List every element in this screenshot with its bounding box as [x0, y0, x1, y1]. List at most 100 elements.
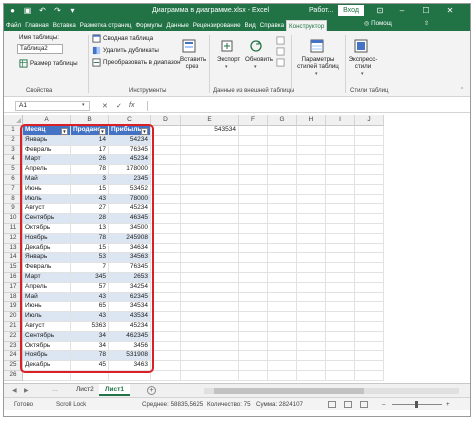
autosave-icon[interactable]: ●	[8, 6, 17, 15]
remove-duplicates-button[interactable]: Удалить дубликаты	[103, 47, 159, 54]
sheet-tab-list1[interactable]: Лист1	[99, 384, 130, 396]
cell[interactable]	[268, 263, 297, 273]
cell[interactable]	[239, 135, 268, 146]
table-cell[interactable]: 34254	[109, 282, 151, 293]
cell[interactable]	[355, 214, 384, 224]
table-cell[interactable]: Сентябрь	[23, 214, 71, 224]
cell[interactable]	[297, 204, 326, 215]
cell[interactable]	[268, 224, 297, 234]
tab-page-layout[interactable]: Разметка страниц	[78, 20, 134, 31]
table-cell[interactable]: Май	[23, 175, 71, 185]
cell[interactable]	[151, 331, 181, 342]
table-cell[interactable]: 43534	[109, 312, 151, 322]
cell[interactable]	[355, 351, 384, 362]
cell[interactable]	[151, 155, 181, 166]
cell[interactable]	[297, 214, 326, 224]
cell[interactable]	[23, 371, 71, 381]
cell[interactable]	[151, 273, 181, 283]
cell[interactable]	[355, 135, 384, 146]
cell[interactable]	[181, 175, 239, 185]
cell[interactable]	[239, 233, 268, 244]
filter-dropdown-icon[interactable]: ▼	[99, 127, 106, 135]
table-cell[interactable]: 76345	[109, 263, 151, 273]
cell[interactable]	[355, 184, 384, 195]
table-cell[interactable]: 3463	[109, 361, 151, 371]
cell[interactable]	[239, 371, 268, 381]
cell[interactable]	[268, 253, 297, 264]
cell[interactable]	[151, 135, 181, 146]
row-header[interactable]: 26	[4, 371, 23, 381]
cell[interactable]	[355, 165, 384, 175]
cell[interactable]	[268, 292, 297, 303]
cell[interactable]	[297, 302, 326, 313]
table-cell[interactable]: 28	[71, 214, 109, 224]
cell[interactable]	[297, 273, 326, 283]
cell[interactable]	[181, 253, 239, 264]
cell[interactable]	[239, 361, 268, 371]
cell[interactable]	[151, 253, 181, 264]
table-cell[interactable]: 34	[71, 331, 109, 342]
cell[interactable]	[355, 204, 384, 215]
cell[interactable]	[239, 175, 268, 185]
page-break-view-icon[interactable]	[360, 401, 368, 408]
cell[interactable]	[181, 302, 239, 313]
row-header[interactable]: 18	[4, 292, 23, 303]
column-header-c[interactable]: C	[109, 115, 151, 126]
cell[interactable]	[297, 224, 326, 234]
cell[interactable]	[151, 184, 181, 195]
cell[interactable]	[326, 351, 355, 362]
cell[interactable]	[268, 184, 297, 195]
table-cell[interactable]: 3456	[109, 341, 151, 352]
cell[interactable]	[268, 273, 297, 283]
cell[interactable]	[151, 282, 181, 293]
sheet-tab-list2[interactable]: Лист2	[70, 384, 100, 396]
table-cell[interactable]: Декабрь	[23, 243, 71, 254]
close-icon[interactable]: ✕	[444, 5, 456, 17]
table-cell[interactable]: 45234	[109, 155, 151, 166]
table-cell[interactable]: 15	[71, 184, 109, 195]
row-header[interactable]: 14	[4, 253, 23, 264]
row-header[interactable]: 17	[4, 282, 23, 293]
collapse-ribbon-icon[interactable]: ⌃	[460, 87, 464, 93]
cell[interactable]	[355, 224, 384, 234]
tell-me-button[interactable]: ◎ Помощ	[364, 20, 392, 27]
cell[interactable]	[297, 184, 326, 195]
cell[interactable]	[355, 312, 384, 322]
cell[interactable]	[297, 292, 326, 303]
row-header[interactable]: 1	[4, 126, 23, 136]
table-cell[interactable]: 43	[71, 312, 109, 322]
row-header[interactable]: 23	[4, 341, 23, 352]
cell[interactable]	[151, 224, 181, 234]
cell[interactable]	[239, 351, 268, 362]
cell[interactable]	[326, 145, 355, 156]
cell[interactable]	[181, 263, 239, 273]
table-cell[interactable]: Декабрь	[23, 361, 71, 371]
cell[interactable]	[239, 253, 268, 264]
table-cell[interactable]: Июнь	[23, 302, 71, 313]
resize-table-button[interactable]: Размер таблицы	[30, 60, 78, 67]
name-box[interactable]: A1	[15, 101, 90, 111]
cell[interactable]	[151, 165, 181, 175]
cell[interactable]	[297, 312, 326, 322]
cell-e1[interactable]: 543534	[181, 126, 239, 136]
login-button[interactable]: Вход	[338, 5, 364, 16]
refresh-dropdown-icon[interactable]: ▾	[254, 64, 257, 70]
cell[interactable]	[355, 145, 384, 156]
export-dropdown-icon[interactable]: ▾	[225, 64, 228, 70]
row-header[interactable]: 6	[4, 175, 23, 185]
cell[interactable]	[268, 155, 297, 166]
cell[interactable]	[326, 224, 355, 234]
cell[interactable]	[268, 351, 297, 362]
cell[interactable]	[297, 165, 326, 175]
cell[interactable]	[151, 302, 181, 313]
table-cell[interactable]: 45	[71, 361, 109, 371]
more-sheets-icon[interactable]: …	[52, 387, 58, 393]
cell[interactable]	[239, 184, 268, 195]
cell[interactable]	[151, 263, 181, 273]
column-header-d[interactable]: D	[151, 115, 181, 126]
cell[interactable]	[355, 282, 384, 293]
cell[interactable]	[151, 175, 181, 185]
table-cell[interactable]: Январь	[23, 253, 71, 264]
table-cell[interactable]: 43	[71, 194, 109, 205]
cell[interactable]	[239, 145, 268, 156]
